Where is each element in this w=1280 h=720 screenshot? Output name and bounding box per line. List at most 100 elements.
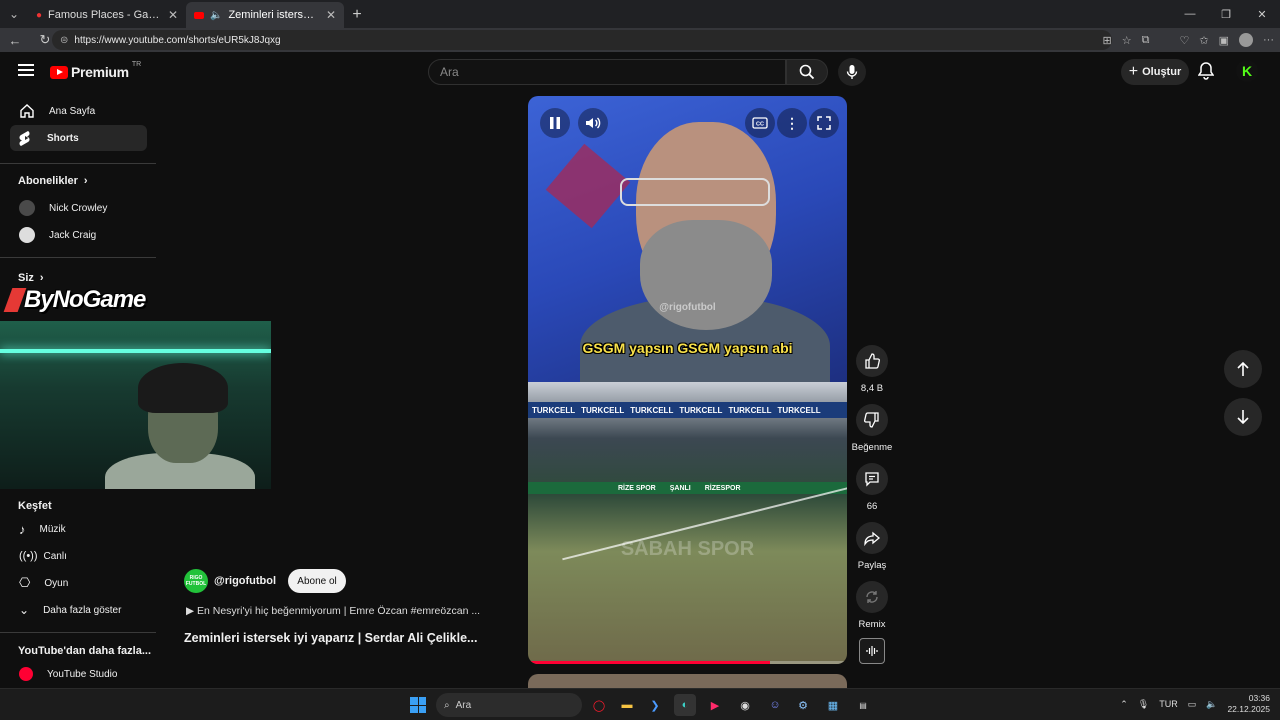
arrow-down-icon	[1237, 410, 1249, 425]
fullscreen-button[interactable]	[809, 108, 839, 138]
remix-action: Remix	[850, 581, 894, 630]
menu-icon[interactable]	[18, 64, 34, 79]
share-button[interactable]	[856, 522, 888, 554]
subscriptions-title: Abonelikler	[18, 175, 78, 187]
powershell-icon[interactable]: ❯	[644, 694, 666, 716]
dislike-label: Beğenme	[851, 442, 893, 453]
url-field[interactable]: ⊜ https://www.youtube.com/shorts/eUR5kJ8…	[52, 30, 1112, 50]
windows-start-icon[interactable]	[410, 697, 426, 713]
sidebar-item-live[interactable]: ((•)) Canlı	[10, 543, 147, 569]
banner-text: TURKCELL	[532, 405, 576, 415]
close-tab-icon[interactable]: ✕	[168, 8, 178, 22]
next-short-button[interactable]	[1224, 398, 1262, 436]
sidebar-item-jack-craig[interactable]: Jack Craig	[10, 222, 147, 248]
taskbar-search[interactable]: ⌕ Ara	[436, 693, 582, 717]
related-video-link[interactable]: ▶ En Nesyri'yi hiç beğenmiyorum | Emre Ö…	[186, 605, 486, 617]
voice-search-button[interactable]	[838, 58, 866, 86]
close-tab-icon[interactable]: ✕	[326, 8, 336, 22]
play-icon: ▶	[186, 605, 195, 617]
site-info-icon[interactable]: ⊜	[60, 35, 68, 46]
channel-avatar[interactable]: RIGO FUTBOL	[184, 569, 208, 593]
sidebar-item-shorts[interactable]: Shorts	[10, 125, 147, 151]
more-menu-icon[interactable]: ···	[1263, 34, 1274, 46]
epic-games-icon[interactable]: ▤	[852, 694, 874, 716]
sidebar-item-gaming[interactable]: ⎔ Oyun	[10, 570, 147, 596]
pause-button[interactable]	[540, 108, 570, 138]
short-title[interactable]: Zeminleri istersek iyi yaparız | Serdar …	[184, 631, 484, 645]
network-icon[interactable]: ▭	[1188, 699, 1197, 710]
sidebar-item-show-more[interactable]: ⌄ Daha fazla göster	[10, 597, 147, 623]
chevron-up-icon[interactable]: ⌃	[1120, 699, 1128, 710]
speaker-icon[interactable]: 🔈	[210, 10, 222, 21]
close-window-button[interactable]: ✕	[1244, 0, 1280, 28]
divider	[0, 163, 156, 164]
subscriptions-heading[interactable]: Abonelikler ›	[18, 175, 88, 187]
related-video-title: En Nesyri'yi hiç beğenmiyorum | Emre Özc…	[197, 605, 481, 617]
tab-search-icon[interactable]: ⌄	[0, 0, 28, 28]
discord-icon[interactable]: ☺	[764, 694, 786, 716]
restore-button[interactable]: ❐	[1208, 0, 1244, 28]
github-icon[interactable]: ◉	[734, 694, 756, 716]
explore-heading: Keşfet	[18, 500, 52, 512]
back-button[interactable]: ←	[0, 33, 30, 48]
collections-icon[interactable]: ▣	[1219, 34, 1229, 47]
edge-icon[interactable]: ◐	[674, 694, 696, 716]
remix-button[interactable]	[856, 581, 888, 613]
comments-button[interactable]	[856, 463, 888, 495]
dislike-button[interactable]	[856, 404, 888, 436]
like-button[interactable]	[856, 345, 888, 377]
speaker-beard	[640, 220, 772, 330]
next-short-preview[interactable]	[528, 674, 847, 688]
logo-text: Premium	[71, 64, 129, 80]
create-button[interactable]: + Oluştur	[1121, 59, 1189, 85]
live-icon: ((•))	[19, 550, 38, 562]
account-avatar[interactable]: K	[1236, 60, 1258, 82]
search-input[interactable]: Ara	[428, 59, 786, 85]
closed-captions-icon: CC	[752, 117, 768, 129]
svg-text:CC: CC	[756, 122, 764, 128]
search-button[interactable]	[786, 59, 828, 85]
stream-overlay-logo: ByNoGame	[0, 282, 160, 318]
steam-icon[interactable]: ⚙	[792, 694, 814, 716]
favorite-star-icon[interactable]: ☆	[1122, 34, 1132, 47]
browser-essentials-icon[interactable]: ♡	[1180, 34, 1190, 47]
sidebar-item-music[interactable]: ♪ Müzik	[10, 516, 147, 542]
stadium-banner: TURKCELL TURKCELL TURKCELL TURKCELL TURK…	[528, 402, 847, 418]
new-tab-button[interactable]: +	[344, 2, 370, 28]
minimize-button[interactable]: —	[1172, 0, 1208, 28]
channel-name[interactable]: @rigofutbol	[214, 575, 276, 587]
sidebar-item-label: Shorts	[47, 132, 79, 144]
sidebar-item-nick-crowley[interactable]: Nick Crowley	[10, 195, 147, 221]
tab-youtube[interactable]: 🔈 Zeminleri istersek iyi yaparız | Serda…	[186, 2, 344, 28]
tab-geoguessr[interactable]: ● Famous Places - Game - GeoGuessr ✕	[28, 2, 186, 28]
extensions-icon[interactable]: ⧉	[1142, 34, 1150, 47]
volume-button[interactable]	[578, 108, 608, 138]
notifications-button[interactable]	[1197, 62, 1215, 85]
region-code: TR	[131, 60, 142, 68]
opera-icon[interactable]: ◯	[588, 694, 610, 716]
media-player-icon[interactable]: ▶	[704, 694, 726, 716]
subscribe-button[interactable]: Abone ol	[288, 569, 347, 593]
banner-text: TURKCELL	[777, 405, 821, 415]
reader-view-icon[interactable]: ⊞	[1103, 34, 1112, 47]
sidebar-item-youtube-studio[interactable]: YouTube Studio	[10, 661, 147, 687]
favorites-icon[interactable]: ✩	[1199, 34, 1208, 47]
video-progress-bar[interactable]	[528, 661, 847, 664]
sidebar-item-home[interactable]: Ana Sayfa	[10, 98, 147, 124]
sidebar-item-label: Jack Craig	[49, 229, 97, 241]
short-video-player[interactable]: @rigofutbol GSGM yapsın GSGM yapsın abi …	[528, 96, 847, 664]
captions-button[interactable]: CC	[745, 108, 775, 138]
sound-thumbnail-button[interactable]	[859, 638, 885, 664]
previous-short-button[interactable]	[1224, 350, 1262, 388]
sidebar-item-label: Oyun	[44, 577, 69, 589]
volume-icon[interactable]: 🔈	[1206, 699, 1217, 710]
file-explorer-icon[interactable]: ▬	[616, 694, 638, 716]
arrow-up-icon	[1237, 361, 1249, 376]
microphone-icon[interactable]: 🎙	[1138, 699, 1149, 710]
photos-icon[interactable]: ▦	[822, 694, 844, 716]
language-indicator[interactable]: TUR	[1159, 699, 1178, 709]
profile-avatar[interactable]	[1239, 33, 1253, 47]
taskbar-clock[interactable]: 03:36 22.12.2025	[1227, 693, 1270, 715]
youtube-premium-logo[interactable]: Premium TR	[50, 60, 142, 80]
more-options-button[interactable]: ⋮	[777, 108, 807, 138]
